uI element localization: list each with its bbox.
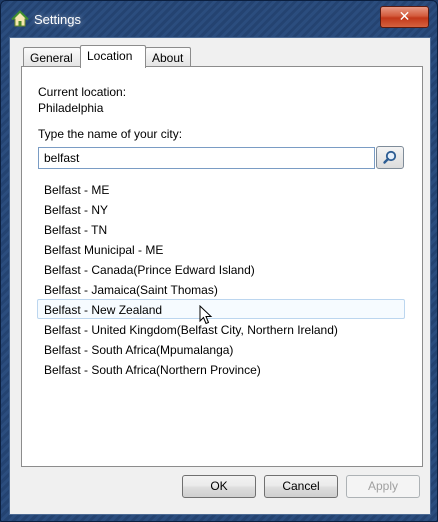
list-item[interactable]: Belfast - NY <box>37 199 405 219</box>
tab-about[interactable]: About <box>145 47 191 67</box>
magnifier-icon <box>383 150 397 164</box>
tab-general[interactable]: General <box>23 47 81 67</box>
tab-location[interactable]: Location <box>80 45 146 68</box>
city-results-list: Belfast - ME Belfast - NY Belfast - TN B… <box>37 179 405 379</box>
window-title: Settings <box>34 12 81 27</box>
house-icon <box>11 10 29 27</box>
dialog-body: General Location About Current location:… <box>9 37 431 515</box>
list-item[interactable]: Belfast - Jamaica(Saint Thomas) <box>37 279 405 299</box>
close-button[interactable]: ✕ <box>380 6 429 28</box>
current-location-value: Philadelphia <box>38 101 104 115</box>
city-prompt-label: Type the name of your city: <box>38 127 183 141</box>
list-item[interactable]: Belfast - United Kingdom(Belfast City, N… <box>37 319 405 339</box>
city-search-input[interactable]: belfast <box>38 147 375 169</box>
settings-window: Settings ✕ General Location About Curren… <box>0 0 438 522</box>
cancel-button[interactable]: Cancel <box>264 475 338 498</box>
list-item[interactable]: Belfast - South Africa(Northern Province… <box>37 359 405 379</box>
ok-button[interactable]: OK <box>182 475 256 498</box>
list-item[interactable]: Belfast - Canada(Prince Edward Island) <box>37 259 405 279</box>
apply-button[interactable]: Apply <box>346 475 420 498</box>
title-bar[interactable]: Settings ✕ <box>1 1 437 37</box>
list-item-hovered[interactable]: Belfast - New Zealand <box>37 299 405 319</box>
list-item[interactable]: Belfast - South Africa(Mpumalanga) <box>37 339 405 359</box>
mouse-cursor-icon <box>199 305 213 325</box>
list-item[interactable]: Belfast - TN <box>37 219 405 239</box>
list-item[interactable]: Belfast - ME <box>37 179 405 199</box>
location-panel: Current location: Philadelphia Type the … <box>21 66 423 467</box>
list-item[interactable]: Belfast Municipal - ME <box>37 239 405 259</box>
close-icon: ✕ <box>398 9 411 25</box>
current-location-label: Current location: <box>38 85 127 99</box>
search-button[interactable] <box>376 146 404 169</box>
